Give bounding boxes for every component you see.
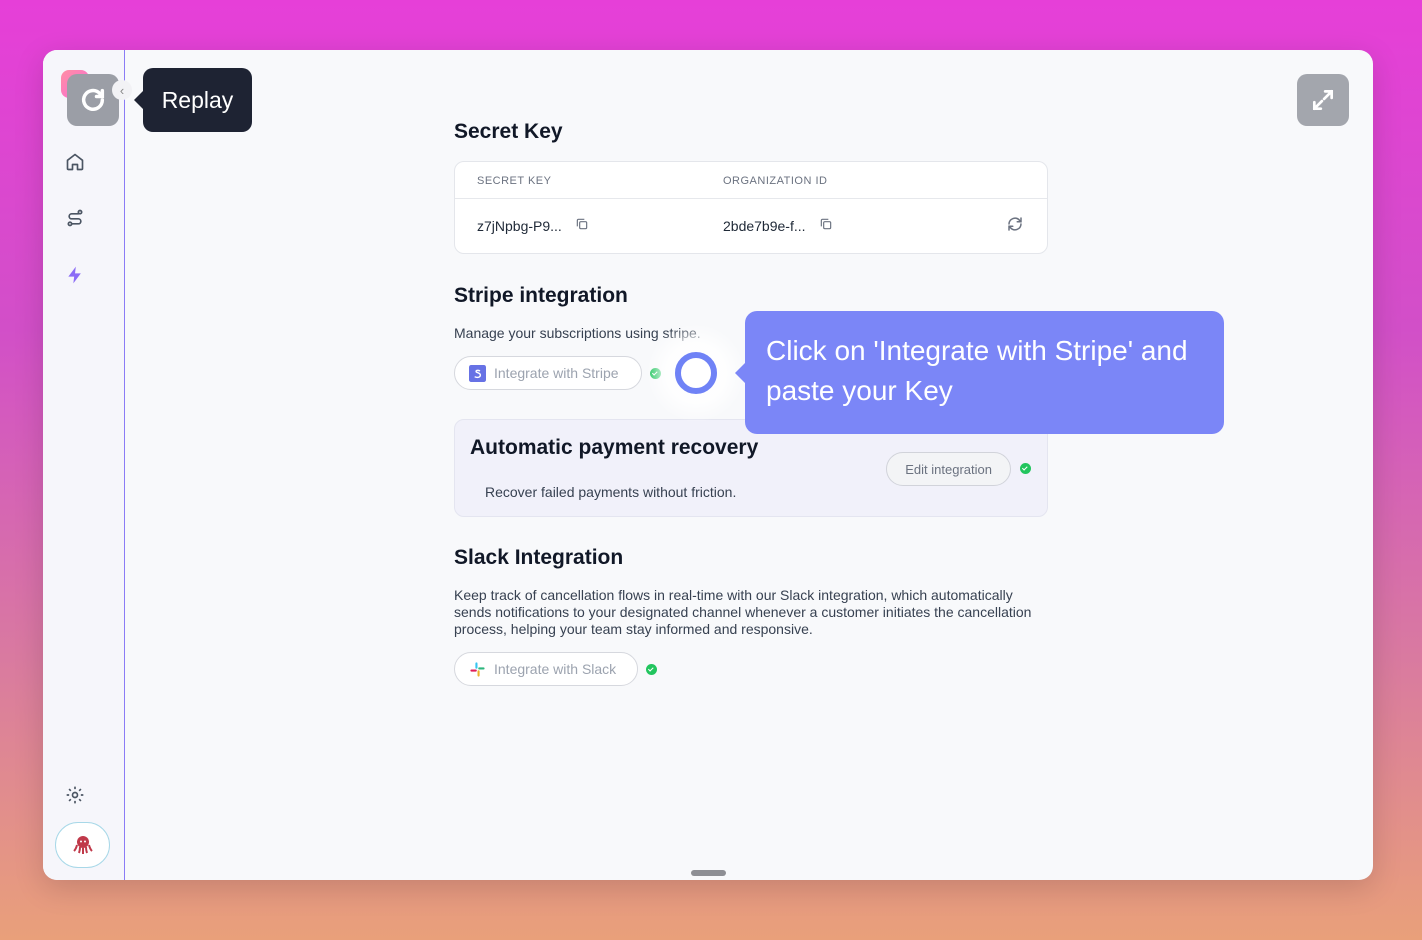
app-window: ‹ Replay Secret Key SECRET KEY ORGANIZAT… bbox=[43, 50, 1373, 880]
close-icon[interactable]: ‹ bbox=[112, 80, 132, 100]
replay-tooltip: Replay bbox=[134, 68, 252, 132]
secret-key-title: Secret Key bbox=[454, 120, 563, 143]
settings-icon[interactable] bbox=[64, 784, 86, 806]
integrate-slack-button[interactable]: Integrate with Slack bbox=[454, 652, 638, 686]
stripe-icon bbox=[469, 364, 486, 382]
integrate-slack-label: Integrate with Slack bbox=[494, 661, 617, 677]
resize-handle[interactable] bbox=[691, 870, 726, 876]
slack-icon bbox=[470, 661, 485, 677]
guide-tooltip: Click on 'Integrate with Stripe' and pas… bbox=[735, 311, 1224, 434]
replay-button[interactable] bbox=[67, 74, 119, 126]
integrate-stripe-button[interactable]: Integrate with Stripe bbox=[454, 356, 642, 390]
slack-description: Keep track of cancellation flows in real… bbox=[454, 587, 1032, 637]
octopus-icon bbox=[72, 836, 93, 854]
edit-integration-button[interactable]: Edit integration bbox=[886, 452, 1011, 486]
copy-icon[interactable] bbox=[575, 217, 589, 231]
copy-icon[interactable] bbox=[819, 217, 833, 231]
secret-key-value: z7jNpbg-P9... bbox=[477, 218, 562, 234]
secret-key-column-header: SECRET KEY bbox=[477, 175, 552, 187]
payment-recovery-description: Recover failed payments without friction… bbox=[485, 484, 737, 500]
route-icon[interactable] bbox=[64, 207, 86, 229]
avatar[interactable] bbox=[55, 822, 110, 868]
stripe-title: Stripe integration bbox=[454, 284, 628, 307]
check-icon bbox=[646, 664, 657, 675]
org-id-column-header: ORGANIZATION ID bbox=[723, 175, 828, 187]
expand-button[interactable] bbox=[1297, 74, 1349, 126]
refresh-icon[interactable] bbox=[1006, 215, 1024, 233]
sidebar bbox=[43, 50, 125, 880]
replay-icon bbox=[81, 88, 105, 111]
check-icon bbox=[1020, 463, 1031, 474]
home-icon[interactable] bbox=[64, 151, 86, 173]
secret-key-card: SECRET KEY ORGANIZATION ID z7jNpbg-P9...… bbox=[454, 161, 1048, 254]
slack-title: Slack Integration bbox=[454, 546, 624, 569]
payment-recovery-title: Automatic payment recovery bbox=[470, 436, 759, 459]
integrate-stripe-label: Integrate with Stripe bbox=[494, 365, 619, 381]
expand-icon bbox=[1312, 89, 1334, 111]
click-indicator bbox=[675, 352, 717, 394]
org-id-value: 2bde7b9e-f... bbox=[723, 218, 806, 234]
lightning-icon[interactable] bbox=[64, 264, 86, 286]
